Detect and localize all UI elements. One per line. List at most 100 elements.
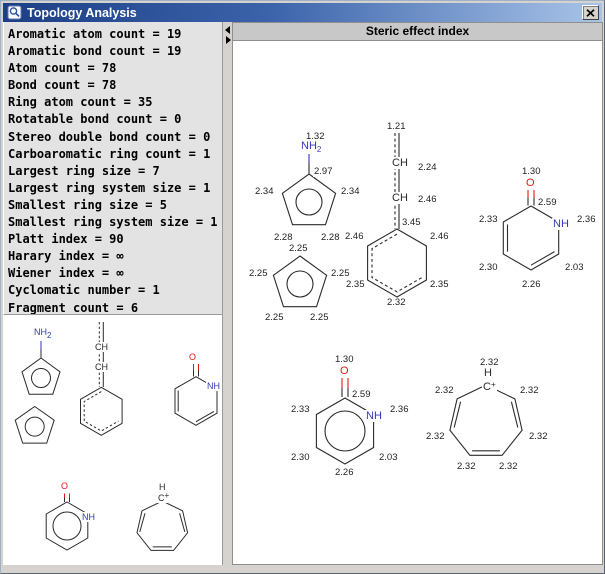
sei-value-ipso: 2.97 xyxy=(313,167,334,177)
stat-line: Ring atom count = 35 xyxy=(8,94,222,111)
stat-line: Largest ring system size = 1 xyxy=(8,180,222,197)
sei-value: 2.32 xyxy=(434,386,455,396)
thumb-pyridone-kekule xyxy=(175,364,217,425)
sei-value: 2.26 xyxy=(334,468,355,478)
topology-stats-panel: Aromatic atom count = 19 Aromatic bond c… xyxy=(3,22,223,315)
steric-structures xyxy=(233,41,604,565)
close-x-icon xyxy=(586,9,595,17)
stat-line: Bond count = 78 xyxy=(8,77,222,94)
sei-value: 2.30 xyxy=(478,263,499,273)
hydrogen-label: H xyxy=(483,367,493,379)
ch-label: CH xyxy=(94,362,109,372)
left-arrow-icon[interactable] xyxy=(225,26,230,34)
stat-line: Fragment count = 6 xyxy=(8,300,222,316)
nh-label: NH xyxy=(365,410,383,422)
stat-line: Aromatic bond count = 19 xyxy=(8,43,222,60)
stat-line: Carboaromatic ring count = 1 xyxy=(8,146,222,163)
nh-label: NH xyxy=(81,512,96,522)
stat-line: Harary index = ∞ xyxy=(8,248,222,265)
molecule-thumbnails-panel: NH2 CH CH O NH O NH H C+ xyxy=(3,315,223,565)
sei-value: 2.25 xyxy=(264,313,285,323)
stat-line: Wiener index = ∞ xyxy=(8,265,222,282)
stat-line: Smallest ring system size = 1 xyxy=(8,214,222,231)
nh-label: NH xyxy=(552,218,570,230)
close-button[interactable] xyxy=(582,5,599,20)
sei-value: 2.24 xyxy=(417,163,438,173)
oxygen-label: O xyxy=(60,481,69,491)
nh-label: NH xyxy=(206,381,221,391)
amine-symbol: NH xyxy=(34,327,47,337)
stat-line: Stereo double bond count = 0 xyxy=(8,129,222,146)
amine-label: NH2 xyxy=(300,140,322,154)
sei-value-ipso: 3.45 xyxy=(401,218,422,228)
thumb-cumulene-benzene xyxy=(81,322,123,435)
ch-label: CH xyxy=(391,157,409,169)
sei-value: 2.59 xyxy=(351,390,372,400)
sei-value-terminal: 1.21 xyxy=(386,122,407,132)
sei-value: 2.26 xyxy=(521,280,542,290)
oxygen-label: O xyxy=(188,352,197,362)
sei-value: 2.28 xyxy=(273,233,294,243)
sei-value: 2.03 xyxy=(378,453,399,463)
topology-analysis-window: Topology Analysis Aromatic atom count = … xyxy=(0,0,605,574)
amine-subscript: 2 xyxy=(47,331,51,340)
sei-value: 2.36 xyxy=(576,215,597,225)
sei-value: 2.03 xyxy=(564,263,585,273)
window-title: Topology Analysis xyxy=(27,6,582,20)
sei-value: 2.46 xyxy=(417,195,438,205)
stat-line: Atom count = 78 xyxy=(8,60,222,77)
magnifier-document-icon xyxy=(7,5,23,21)
sei-value: 2.34 xyxy=(340,187,361,197)
sei-value: 2.34 xyxy=(254,187,275,197)
thumb-tropylium xyxy=(137,501,188,550)
sei-value: 2.59 xyxy=(537,198,558,208)
thumb-amino-cyclopentadienyl xyxy=(22,341,60,394)
sei-value: 2.35 xyxy=(345,280,366,290)
sei-value: 2.30 xyxy=(290,453,311,463)
thumb-cyclopentadienyl xyxy=(15,407,54,444)
sei-value: 2.46 xyxy=(429,232,450,242)
stat-line: Smallest ring size = 5 xyxy=(8,197,222,214)
sei-value: 2.25 xyxy=(330,269,351,279)
oxygen-label: O xyxy=(525,177,536,189)
sei-value: 2.32 xyxy=(425,432,446,442)
ch-label: CH xyxy=(94,342,109,352)
stat-line: Largest ring size = 7 xyxy=(8,163,222,180)
carbocation-label: C+ xyxy=(482,381,497,393)
stat-line: Rotatable bond count = 0 xyxy=(8,111,222,128)
plus-charge: + xyxy=(491,380,496,389)
steric-effect-index-header: Steric effect index xyxy=(232,22,603,41)
sei-value-oxygen: 1.30 xyxy=(334,355,355,365)
sei-value-oxygen: 1.30 xyxy=(521,167,542,177)
sei-value: 2.33 xyxy=(478,215,499,225)
steric-effect-canvas: 1.32 NH2 2.97 2.34 2.34 2.28 2.28 2.25 2… xyxy=(232,41,603,565)
ch-label: CH xyxy=(391,192,409,204)
sei-value: 2.32 xyxy=(386,298,407,308)
amine-subscript: 2 xyxy=(317,145,321,154)
sei-cyclopentadienyl xyxy=(273,256,326,307)
sei-value: 2.32 xyxy=(519,386,540,396)
sei-value: 2.46 xyxy=(344,232,365,242)
carbocation-label: C+ xyxy=(157,492,170,503)
sei-value: 2.25 xyxy=(248,269,269,279)
plus-charge: + xyxy=(165,491,170,500)
sei-tropylium xyxy=(450,385,522,455)
amine-symbol: NH xyxy=(301,140,317,152)
sei-value: 2.33 xyxy=(290,405,311,415)
amine-label: NH2 xyxy=(33,327,52,340)
right-arrow-icon[interactable] xyxy=(226,36,231,44)
oxygen-label: O xyxy=(339,365,350,377)
carbon-symbol: C xyxy=(483,381,491,393)
split-pane-divider[interactable] xyxy=(224,22,232,565)
sei-value: 2.35 xyxy=(429,280,450,290)
stat-line: Cyclomatic number = 1 xyxy=(8,282,222,299)
sei-value: 2.32 xyxy=(456,462,477,472)
stat-line: Platt index = 90 xyxy=(8,231,222,248)
stat-line: Aromatic atom count = 19 xyxy=(8,26,222,43)
sei-value: 2.25 xyxy=(288,244,309,254)
sei-value: 2.25 xyxy=(309,313,330,323)
sei-value: 2.32 xyxy=(528,432,549,442)
sei-amino-cyclopentadienyl xyxy=(282,153,335,225)
titlebar[interactable]: Topology Analysis xyxy=(3,3,602,22)
sei-value: 2.36 xyxy=(389,405,410,415)
